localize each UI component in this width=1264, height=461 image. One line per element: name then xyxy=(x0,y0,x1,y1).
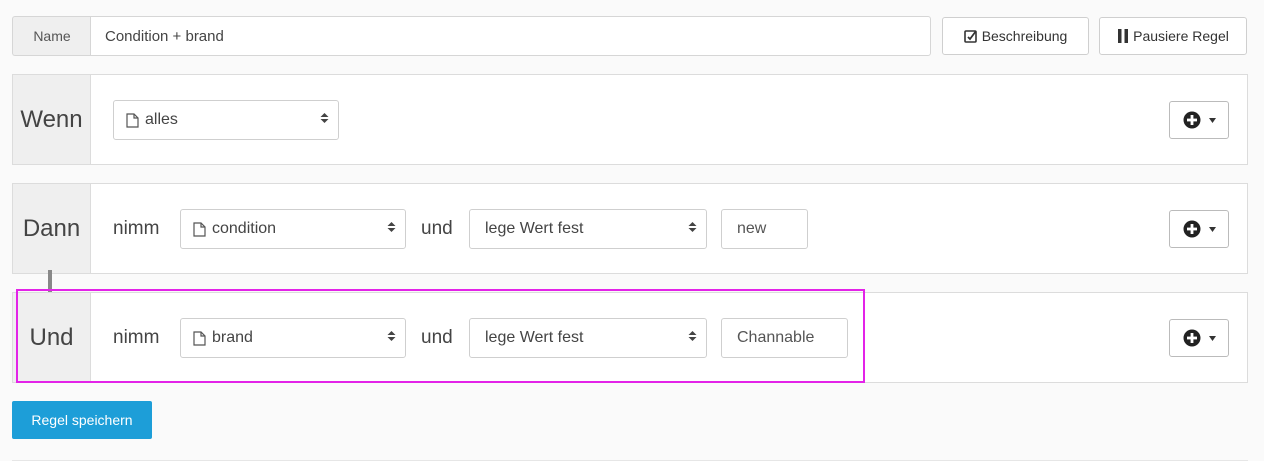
pause-rule-button[interactable]: Pausiere Regel xyxy=(1099,17,1247,55)
row-connector xyxy=(48,270,52,292)
condition-select-value: alles xyxy=(145,111,178,128)
description-button-label: Beschreibung xyxy=(981,28,1068,44)
sort-caret-icon xyxy=(688,220,697,238)
wenn-label: Wenn xyxy=(13,75,91,164)
wenn-row: Wenn alles xyxy=(12,74,1248,165)
field-select-value: brand xyxy=(212,329,253,346)
field-select-value: condition xyxy=(212,220,277,237)
caret-down-icon xyxy=(1208,117,1216,123)
and-word: und xyxy=(421,327,453,348)
und-label: Und xyxy=(13,293,91,382)
condition-select[interactable]: alles xyxy=(113,100,339,140)
plus-circle-icon xyxy=(1183,220,1201,238)
action-select[interactable]: lege Wert fest xyxy=(469,318,707,358)
and-word: und xyxy=(421,218,453,239)
sort-caret-icon xyxy=(320,111,329,129)
save-rule-button[interactable]: Regel speichern xyxy=(12,401,152,439)
description-button[interactable]: Beschreibung xyxy=(942,17,1089,55)
sort-caret-icon xyxy=(387,329,396,347)
rule-name-input[interactable]: Condition + brand xyxy=(90,16,931,56)
add-action-button[interactable] xyxy=(1169,319,1229,357)
field-select[interactable]: condition xyxy=(180,209,406,249)
caret-down-icon xyxy=(1208,226,1216,232)
action-select-value: lege Wert fest xyxy=(485,329,584,346)
add-condition-button[interactable] xyxy=(1169,101,1229,139)
plus-circle-icon xyxy=(1183,111,1201,129)
value-input[interactable]: Channable xyxy=(721,318,848,358)
caret-down-icon xyxy=(1208,335,1216,341)
dann-label: Dann xyxy=(13,184,91,273)
value-input[interactable]: new xyxy=(721,209,808,249)
pause-rule-button-label: Pausiere Regel xyxy=(1133,28,1229,44)
take-word: nimm xyxy=(113,327,160,348)
pause-icon xyxy=(1117,28,1129,44)
document-icon xyxy=(193,330,206,346)
dann-row: Dann nimm condition und lege Wert fest n… xyxy=(12,183,1248,274)
add-action-button[interactable] xyxy=(1169,210,1229,248)
document-icon xyxy=(193,221,206,237)
sort-caret-icon xyxy=(387,220,396,238)
field-select[interactable]: brand xyxy=(180,318,406,358)
name-label: Name xyxy=(12,16,91,56)
und-row: Und nimm brand und lege Wert fest Channa… xyxy=(12,292,1248,383)
take-word: nimm xyxy=(113,218,160,239)
plus-circle-icon xyxy=(1183,329,1201,347)
sort-caret-icon xyxy=(688,329,697,347)
action-select-value: lege Wert fest xyxy=(485,220,584,237)
action-select[interactable]: lege Wert fest xyxy=(469,209,707,249)
edit-square-icon xyxy=(963,29,978,43)
document-icon xyxy=(126,112,139,128)
